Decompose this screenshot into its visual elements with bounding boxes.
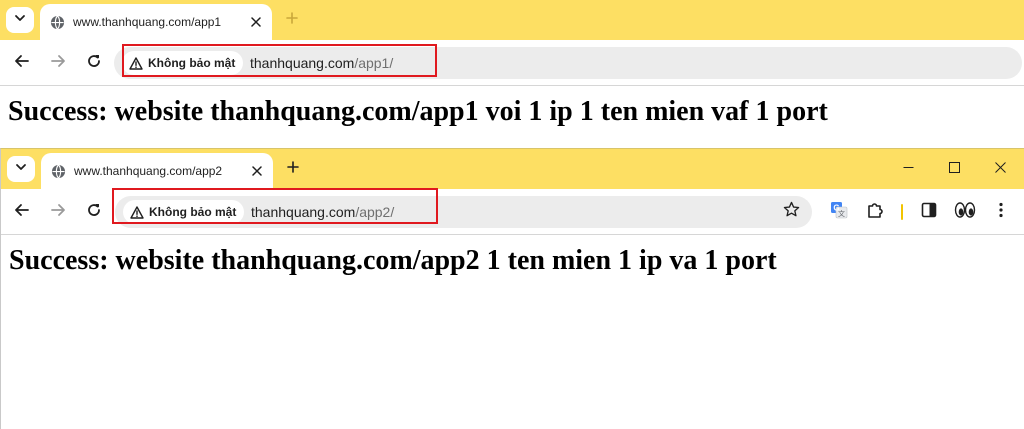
reload-icon: [86, 202, 102, 223]
reload-button[interactable]: [82, 200, 106, 224]
plus-icon: [286, 11, 298, 29]
forward-button[interactable]: [46, 51, 70, 75]
forward-button[interactable]: [46, 200, 70, 224]
page-heading: Success: website thanhquang.com/app2 1 t…: [9, 245, 777, 276]
close-icon[interactable]: [249, 163, 265, 179]
minimize-button[interactable]: [885, 149, 931, 189]
warning-triangle-icon: [130, 205, 144, 219]
security-chip[interactable]: Không bảo mật: [122, 51, 244, 75]
security-chip-label: Không bảo mật: [148, 56, 236, 70]
maximize-icon: [948, 160, 960, 178]
close-window-icon: [994, 160, 1006, 178]
tab-title: www.thanhquang.com/app2: [74, 164, 223, 178]
tab-app2[interactable]: www.thanhquang.com/app2: [41, 153, 273, 189]
back-button[interactable]: [10, 51, 34, 75]
bookmark-star-button[interactable]: [782, 201, 800, 223]
globe-icon: [50, 163, 66, 179]
profile-button[interactable]: [953, 200, 977, 224]
arrow-left-icon: [14, 53, 30, 74]
tab-strip: www.thanhquang.com/app2: [1, 149, 1024, 189]
globe-icon: [49, 14, 65, 30]
back-button[interactable]: [10, 200, 34, 224]
url-path: /app2/: [355, 204, 395, 220]
translate-icon: G文: [830, 201, 848, 224]
address-bar[interactable]: Không bảo mật thanhquang.com/app2/: [115, 196, 812, 228]
chevron-down-icon: [14, 11, 26, 29]
new-tab-button[interactable]: [283, 159, 303, 179]
url-text[interactable]: thanhquang.com/app1/: [250, 55, 393, 71]
puzzle-icon: [866, 201, 884, 224]
url-host: thanhquang.com: [250, 55, 355, 71]
extensions-button[interactable]: [863, 200, 887, 224]
reload-icon: [86, 53, 102, 74]
star-icon: [783, 201, 800, 223]
arrow-left-icon: [14, 202, 30, 223]
page-heading: Success: website thanhquang.com/app1 voi…: [8, 96, 828, 127]
close-window-button[interactable]: [977, 149, 1023, 189]
url-path: /app1/: [354, 55, 394, 71]
kebab-menu-icon: [999, 202, 1003, 223]
side-panel-icon: [921, 202, 937, 223]
url-text[interactable]: thanhquang.com/app2/: [251, 204, 394, 220]
close-icon[interactable]: [248, 14, 264, 30]
security-chip-label: Không bảo mật: [149, 205, 237, 219]
chrome-menu-button[interactable]: [989, 200, 1013, 224]
arrow-right-icon: [50, 53, 66, 74]
tab-app1[interactable]: www.thanhquang.com/app1: [40, 4, 272, 40]
browser-window-app1: www.thanhquang.com/app1 Không bảo mật th…: [0, 0, 1024, 148]
address-bar[interactable]: Không bảo mật thanhquang.com/app1/: [114, 47, 1022, 79]
tab-search-button[interactable]: [6, 7, 34, 33]
minimize-icon: [903, 160, 914, 178]
reload-button[interactable]: [82, 51, 106, 75]
warning-triangle-icon: [129, 56, 143, 70]
chevron-down-icon: [15, 160, 27, 178]
svg-text:文: 文: [838, 209, 845, 218]
eyes-icon: [954, 201, 976, 224]
plus-icon: [287, 160, 299, 178]
url-host: thanhquang.com: [251, 204, 356, 220]
tab-strip: www.thanhquang.com/app1: [0, 0, 1024, 40]
arrow-right-icon: [50, 202, 66, 223]
side-panel-button[interactable]: [917, 200, 941, 224]
toolbar: Không bảo mật thanhquang.com/app1/: [0, 40, 1024, 86]
tab-search-button[interactable]: [7, 156, 35, 182]
security-chip[interactable]: Không bảo mật: [123, 200, 245, 224]
tab-title: www.thanhquang.com/app1: [73, 15, 222, 29]
page-content: Success: website thanhquang.com/app1 voi…: [0, 86, 1024, 128]
browser-window-app2: www.thanhquang.com/app2 Không bảo mật th…: [0, 148, 1024, 429]
toolbar-divider: [901, 204, 903, 220]
new-tab-button[interactable]: [282, 10, 302, 30]
translate-button[interactable]: G文: [827, 200, 851, 224]
page-content: Success: website thanhquang.com/app2 1 t…: [1, 235, 1024, 277]
toolbar: Không bảo mật thanhquang.com/app2/ G文: [1, 188, 1024, 235]
maximize-button[interactable]: [931, 149, 977, 189]
